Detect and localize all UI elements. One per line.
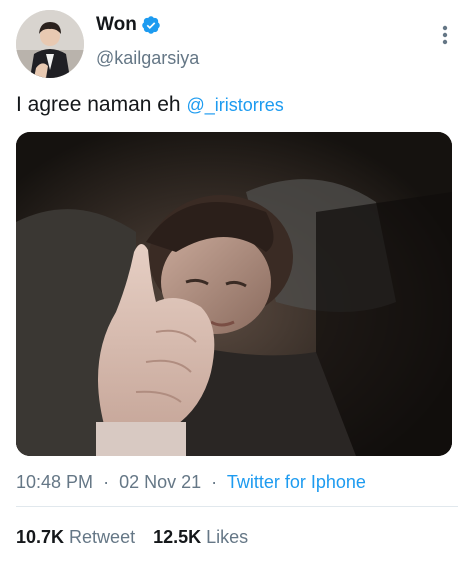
tweet-header: Won @kailgarsiya: [14, 10, 460, 82]
retweets-label: Retweet: [69, 527, 136, 547]
author-display-name[interactable]: Won: [96, 14, 137, 36]
likes-count: 12.5K: [153, 527, 202, 547]
retweets-count: 10.7K: [16, 527, 65, 547]
likes-label: Likes: [206, 527, 249, 547]
tweet-time[interactable]: 10:48 PM: [16, 472, 93, 492]
mention-link[interactable]: @_iristorres: [186, 95, 283, 115]
tweet-date[interactable]: 02 Nov 21: [119, 472, 201, 492]
tweet-source-link[interactable]: Twitter for Iphone: [227, 472, 366, 492]
more-options-icon[interactable]: [438, 24, 452, 46]
tweet-photo[interactable]: [16, 132, 452, 456]
author-name-row: Won: [96, 14, 161, 36]
user-avatar[interactable]: [16, 10, 84, 78]
likes-stat[interactable]: 12.5K Likes: [153, 526, 248, 548]
retweets-stat[interactable]: 10.7K Retweet: [16, 526, 135, 548]
divider: [16, 506, 458, 507]
verified-badge-icon: [141, 15, 161, 35]
photo-image: [16, 132, 452, 456]
tweet-body: I agree naman eh @_iristorres: [16, 92, 284, 118]
author-handle[interactable]: @kailgarsiya: [96, 47, 199, 69]
tweet-text: I agree naman eh: [16, 93, 181, 116]
tweet-metadata: 10:48 PM · 02 Nov 21 · Twitter for Iphon…: [16, 471, 366, 493]
tweet-stats: 10.7K Retweet 12.5K Likes: [16, 526, 248, 548]
avatar-image: [16, 10, 84, 78]
meta-separator: ·: [211, 472, 218, 492]
meta-separator: ·: [103, 472, 110, 492]
